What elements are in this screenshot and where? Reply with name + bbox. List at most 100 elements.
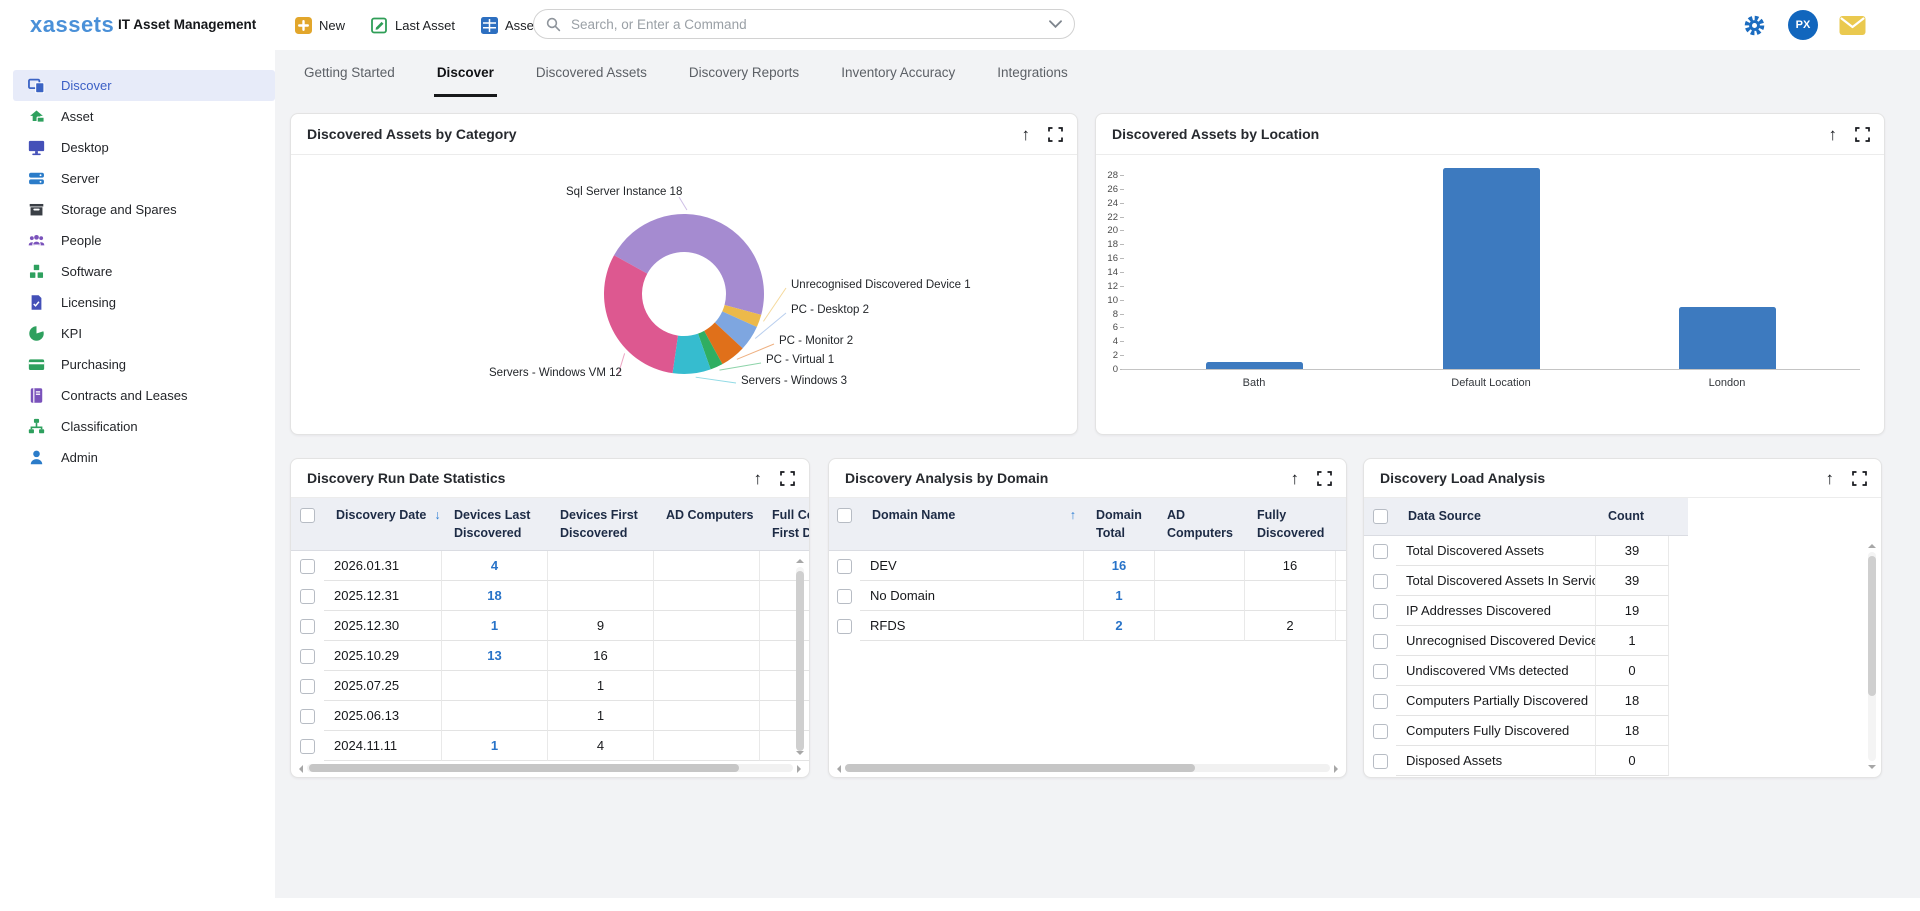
table-row[interactable]: DEV1616 — [829, 551, 1346, 581]
table-row[interactable]: Unrecognised Discovered Devices1 — [1364, 626, 1881, 656]
table-row[interactable]: IP Addresses Discovered19 — [1364, 596, 1881, 626]
bar-london[interactable] — [1679, 307, 1776, 369]
sidebar-item-classification[interactable]: Classification — [13, 411, 275, 442]
scrollbar-thumb[interactable] — [1868, 556, 1876, 696]
column-header-ad[interactable]: ADComputers — [1155, 498, 1245, 550]
cell-domain[interactable]: 1 — [1084, 581, 1155, 611]
scroll-down-arrow[interactable] — [1868, 765, 1876, 773]
expand-icon[interactable] — [1852, 471, 1867, 486]
row-select-checkbox[interactable] — [300, 589, 315, 604]
column-header-dis[interactable]: DisFail — [1336, 498, 1347, 550]
column-header-count[interactable]: Count — [1596, 498, 1669, 535]
row-select-checkbox[interactable] — [300, 619, 315, 634]
column-header-discovery-date[interactable]: Discovery Date↓ — [324, 498, 442, 550]
sidebar-item-kpi[interactable]: KPI — [13, 318, 275, 349]
command-search[interactable] — [533, 9, 1075, 39]
column-header-devices-first[interactable]: Devices FirstDiscovered — [548, 498, 654, 550]
bar-default-location[interactable] — [1443, 168, 1540, 369]
bar-bath[interactable] — [1206, 362, 1303, 369]
table-row[interactable]: Total Discovered Assets In Service39 — [1364, 566, 1881, 596]
row-select-checkbox[interactable] — [300, 739, 315, 754]
scrollbar-thumb[interactable] — [845, 764, 1195, 772]
mail-icon[interactable] — [1839, 15, 1866, 36]
scroll-right-arrow[interactable] — [1334, 765, 1342, 773]
cell-devices-last[interactable]: 18 — [442, 581, 548, 611]
sidebar-item-asset[interactable]: Asset — [13, 101, 275, 132]
expand-icon[interactable] — [1317, 471, 1332, 486]
expand-icon[interactable] — [1048, 127, 1063, 142]
table-row[interactable]: 2025.12.3019 — [291, 611, 809, 641]
expand-icon[interactable] — [1855, 127, 1870, 142]
scroll-up-arrow[interactable] — [796, 555, 804, 563]
row-select-checkbox[interactable] — [1373, 664, 1388, 679]
cell-domain[interactable]: 16 — [1084, 551, 1155, 581]
gear-icon[interactable] — [1742, 13, 1767, 38]
tab-discovery-reports[interactable]: Discovery Reports — [686, 50, 802, 97]
column-header-ad-computers[interactable]: AD Computers — [654, 498, 760, 550]
row-select-checkbox[interactable] — [837, 619, 852, 634]
table-row[interactable]: No Domain1 — [829, 581, 1346, 611]
app-logo[interactable]: xassets — [30, 0, 114, 50]
sidebar-item-desktop[interactable]: Desktop — [13, 132, 275, 163]
avatar[interactable]: PX — [1788, 10, 1818, 40]
donut-slice-servers-windows-vm[interactable] — [604, 255, 678, 373]
scroll-left-arrow[interactable] — [295, 765, 303, 773]
table-row[interactable]: Disposed Assets0 — [1364, 746, 1881, 776]
row-select-checkbox[interactable] — [1373, 724, 1388, 739]
scroll-left-arrow[interactable] — [833, 765, 841, 773]
sidebar-item-discover[interactable]: Discover — [13, 70, 275, 101]
table-row[interactable]: 2025.10.291316 — [291, 641, 809, 671]
last-asset-button[interactable]: Last Asset — [371, 17, 455, 34]
horizontal-scrollbar[interactable] — [833, 762, 1342, 774]
sidebar-item-server[interactable]: Server — [13, 163, 275, 194]
table-row[interactable]: 2026.01.314 — [291, 551, 809, 581]
row-select-checkbox[interactable] — [300, 709, 315, 724]
table-row[interactable]: Total Discovered Assets39 — [1364, 536, 1881, 566]
column-header-devices-last[interactable]: Devices LastDiscovered — [442, 498, 548, 550]
cell-domain[interactable]: 2 — [1084, 611, 1155, 641]
export-arrow-icon[interactable]: ↑ — [1826, 470, 1835, 487]
vertical-scrollbar[interactable] — [1866, 540, 1878, 773]
column-header-domain-name[interactable]: Domain Name↑ — [860, 498, 1084, 550]
vertical-scrollbar[interactable] — [794, 555, 806, 759]
tab-discovered-assets[interactable]: Discovered Assets — [533, 50, 650, 97]
sidebar-item-software[interactable]: Software — [13, 256, 275, 287]
column-header-full-comp[interactable]: Full CompFirst Disc — [760, 498, 810, 550]
table-row[interactable]: Undiscovered VMs detected0 — [1364, 656, 1881, 686]
expand-icon[interactable] — [780, 471, 795, 486]
table-row[interactable]: 2025.06.131 — [291, 701, 809, 731]
row-select-checkbox[interactable] — [300, 679, 315, 694]
scroll-down-arrow[interactable] — [796, 751, 804, 759]
export-arrow-icon[interactable]: ↑ — [1291, 470, 1300, 487]
cell-devices-last[interactable]: 13 — [442, 641, 548, 671]
row-select-checkbox[interactable] — [300, 649, 315, 664]
row-select-checkbox[interactable] — [1373, 634, 1388, 649]
horizontal-scrollbar[interactable] — [295, 762, 805, 774]
cell-devices-last[interactable]: 4 — [442, 551, 548, 581]
row-select-checkbox[interactable] — [1373, 604, 1388, 619]
select-all-checkbox[interactable] — [837, 508, 852, 523]
new-button[interactable]: New — [295, 17, 345, 34]
tab-inventory-accuracy[interactable]: Inventory Accuracy — [838, 50, 958, 97]
scrollbar-thumb[interactable] — [796, 571, 804, 751]
column-header-domain[interactable]: DomainTotal — [1084, 498, 1155, 550]
search-input[interactable] — [569, 16, 1041, 33]
table-row[interactable]: 2025.12.3118 — [291, 581, 809, 611]
export-arrow-icon[interactable]: ↑ — [1022, 126, 1031, 143]
row-select-checkbox[interactable] — [837, 559, 852, 574]
table-row[interactable]: Computers Partially Discovered18 — [1364, 686, 1881, 716]
table-row[interactable]: RFDS22 — [829, 611, 1346, 641]
table-row[interactable]: 2024.11.1114 — [291, 731, 809, 761]
sidebar-item-licensing[interactable]: Licensing — [13, 287, 275, 318]
scroll-up-arrow[interactable] — [1868, 540, 1876, 548]
sidebar-item-admin[interactable]: Admin — [13, 442, 275, 473]
tab-integrations[interactable]: Integrations — [994, 50, 1071, 97]
column-header-data-source[interactable]: Data Source — [1396, 498, 1596, 535]
row-select-checkbox[interactable] — [1373, 754, 1388, 769]
row-select-checkbox[interactable] — [300, 559, 315, 574]
row-select-checkbox[interactable] — [837, 589, 852, 604]
table-row[interactable]: Computers Fully Discovered18 — [1364, 716, 1881, 746]
sidebar-item-storage-and-spares[interactable]: Storage and Spares — [13, 194, 275, 225]
tab-discover[interactable]: Discover — [434, 50, 497, 97]
sidebar-item-contracts-and-leases[interactable]: Contracts and Leases — [13, 380, 275, 411]
